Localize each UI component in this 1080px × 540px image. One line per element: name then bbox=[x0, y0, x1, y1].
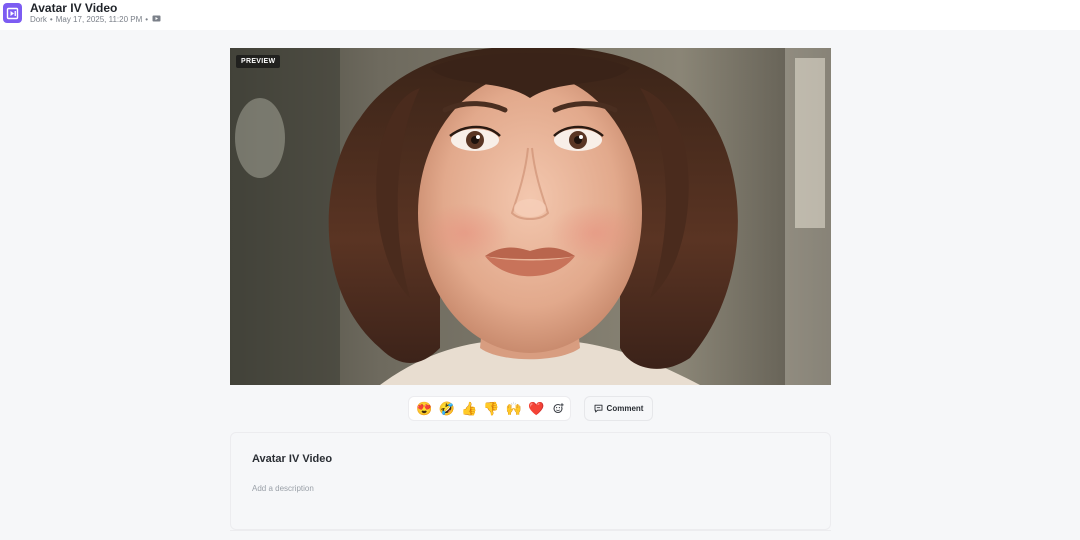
comment-button[interactable]: Comment bbox=[584, 396, 653, 421]
comment-icon bbox=[594, 404, 602, 413]
preview-badge: PREVIEW bbox=[236, 55, 281, 68]
timestamp: May 17, 2025, 11:20 PM bbox=[55, 15, 143, 24]
comment-label: Comment bbox=[606, 404, 644, 413]
thumbs-up-emoji-icon[interactable]: 👍 bbox=[458, 398, 480, 420]
meta-separator-2: • bbox=[145, 15, 149, 24]
heart-emoji-icon[interactable]: ❤️ bbox=[525, 398, 547, 420]
meta-separator: • bbox=[49, 15, 53, 24]
top-bar: Avatar IV Video Dork • May 17, 2025, 11:… bbox=[0, 0, 1080, 30]
video-title[interactable]: Avatar IV Video bbox=[252, 453, 332, 465]
video-thumbnail bbox=[230, 48, 831, 385]
video-meta: Dork • May 17, 2025, 11:20 PM • bbox=[30, 15, 161, 25]
description-field[interactable]: Add a description bbox=[252, 484, 314, 493]
details-card: Avatar IV Video Add a description bbox=[230, 432, 831, 530]
heart-eyes-emoji-icon[interactable]: 😍 bbox=[413, 398, 435, 420]
play-logo-icon[interactable] bbox=[3, 3, 22, 23]
author-name[interactable]: Dork bbox=[30, 15, 47, 25]
raised-hands-emoji-icon[interactable]: 🙌 bbox=[503, 398, 525, 420]
reaction-bar: 😍 🤣 👍 👎 🙌 ❤️ bbox=[408, 396, 571, 421]
video-player[interactable]: PREVIEW bbox=[230, 48, 831, 385]
video-icon bbox=[152, 15, 161, 25]
page-title: Avatar IV Video bbox=[30, 1, 118, 15]
rofl-emoji-icon[interactable]: 🤣 bbox=[435, 398, 457, 420]
thumbs-down-emoji-icon[interactable]: 👎 bbox=[480, 398, 502, 420]
add-reaction-icon[interactable] bbox=[548, 398, 570, 420]
lower-section bbox=[230, 530, 831, 540]
